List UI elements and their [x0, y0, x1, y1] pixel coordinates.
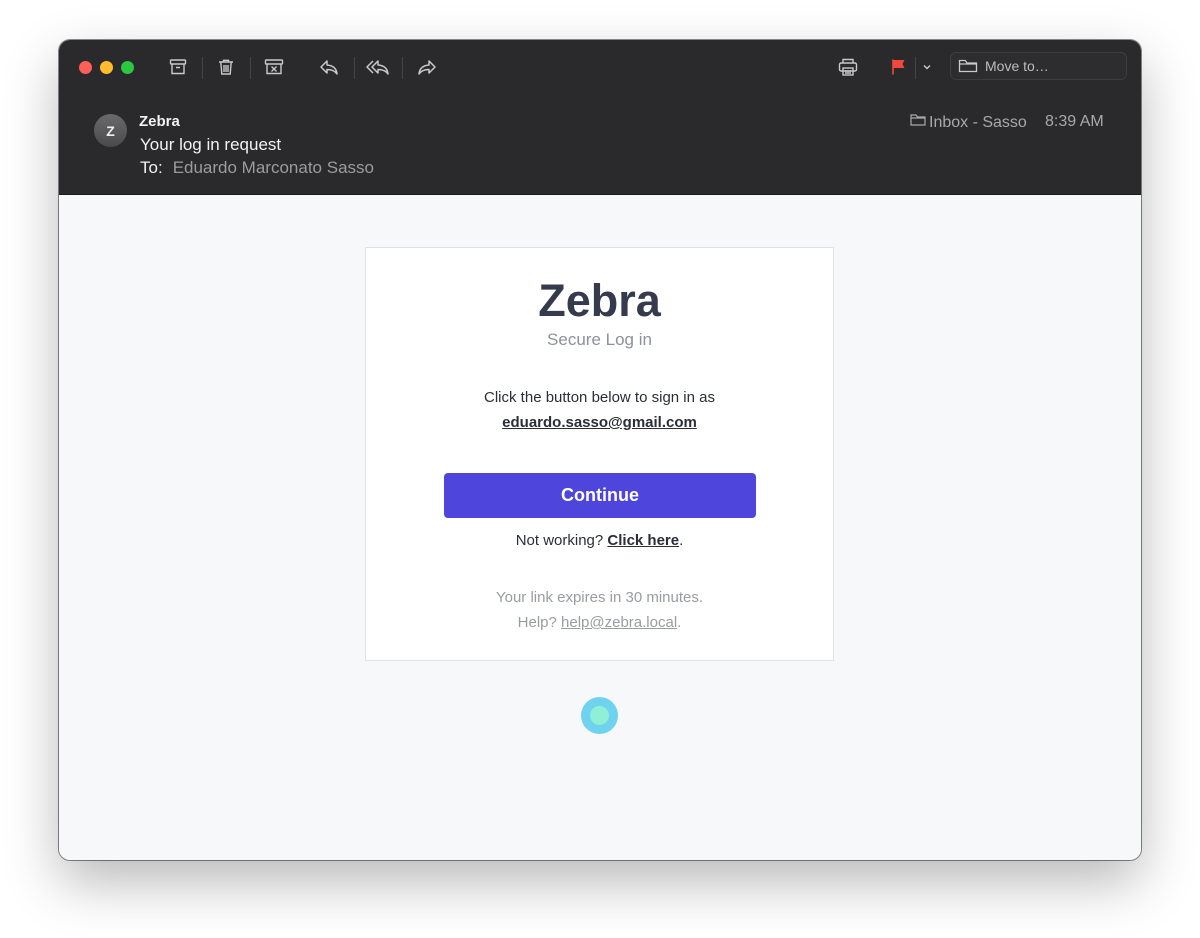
recipient-row: To: Eduardo Marconato Sasso: [140, 158, 374, 178]
help-period: .: [677, 614, 682, 631]
sender-name: Zebra: [139, 113, 180, 130]
account-email-link[interactable]: eduardo.sasso@gmail.com: [366, 414, 833, 431]
trash-icon: [216, 57, 236, 77]
fallback-link-row: Not working? Click here.: [366, 532, 833, 549]
message-header: Move to… Z Zebra Your log in request To:…: [59, 40, 1141, 195]
flag-menu-button[interactable]: [915, 54, 939, 80]
reply-icon: [318, 57, 340, 77]
click-indicator: [581, 697, 618, 734]
click-here-link[interactable]: Click here: [607, 532, 679, 549]
brand-title: Zebra: [538, 275, 661, 326]
help-email-link[interactable]: help@zebra.local: [561, 614, 677, 631]
login-email-card: Zebra Secure Log in Click the button bel…: [365, 247, 834, 661]
brand-tagline: Secure Log in: [547, 330, 652, 349]
help-row: Help? help@zebra.local.: [366, 614, 833, 631]
chevron-down-icon: [922, 63, 932, 71]
recipient-name[interactable]: Eduardo Marconato Sasso: [173, 158, 374, 177]
reply-all-icon: [365, 57, 391, 77]
message-time: 8:39 AM: [1045, 113, 1104, 130]
flag-button[interactable]: [883, 54, 913, 80]
forward-button[interactable]: [412, 54, 442, 80]
move-to-button[interactable]: Move to…: [950, 52, 1127, 80]
zoom-window-button[interactable]: [121, 61, 134, 74]
message-body: Zebra Secure Log in Click the button bel…: [59, 195, 1141, 860]
forward-icon: [416, 57, 438, 77]
click-indicator-dot: [590, 706, 609, 725]
reply-button[interactable]: [314, 54, 344, 80]
move-to-label: Move to…: [985, 58, 1049, 74]
mailbox-name: Inbox - Sasso: [929, 113, 1027, 131]
avatar: Z: [94, 114, 127, 147]
not-working-period: .: [679, 532, 684, 549]
reply-all-button[interactable]: [363, 54, 393, 80]
sign-in-instruction: Click the button below to sign in as: [484, 389, 715, 406]
minimize-window-button[interactable]: [100, 61, 113, 74]
mailbox-indicator[interactable]: Inbox - Sasso: [910, 113, 1027, 132]
folder-icon: [910, 113, 929, 132]
flag-icon: [888, 57, 908, 77]
delete-button[interactable]: [211, 54, 241, 80]
help-text: Help?: [517, 614, 557, 631]
folder-icon: [958, 58, 978, 74]
continue-button[interactable]: Continue: [444, 473, 756, 518]
expiry-notice: Your link expires in 30 minutes.: [495, 589, 704, 606]
archive-icon: [168, 57, 188, 77]
not-working-text: Not working?: [515, 532, 604, 549]
close-window-button[interactable]: [79, 61, 92, 74]
archive-button[interactable]: [163, 54, 193, 80]
print-button[interactable]: [833, 54, 863, 80]
print-icon: [837, 57, 859, 77]
junk-icon: [263, 57, 285, 77]
message-subject: Your log in request: [140, 135, 282, 154]
mail-window: Move to… Z Zebra Your log in request To:…: [59, 40, 1141, 860]
to-label: To:: [140, 158, 163, 177]
junk-button[interactable]: [259, 54, 289, 80]
